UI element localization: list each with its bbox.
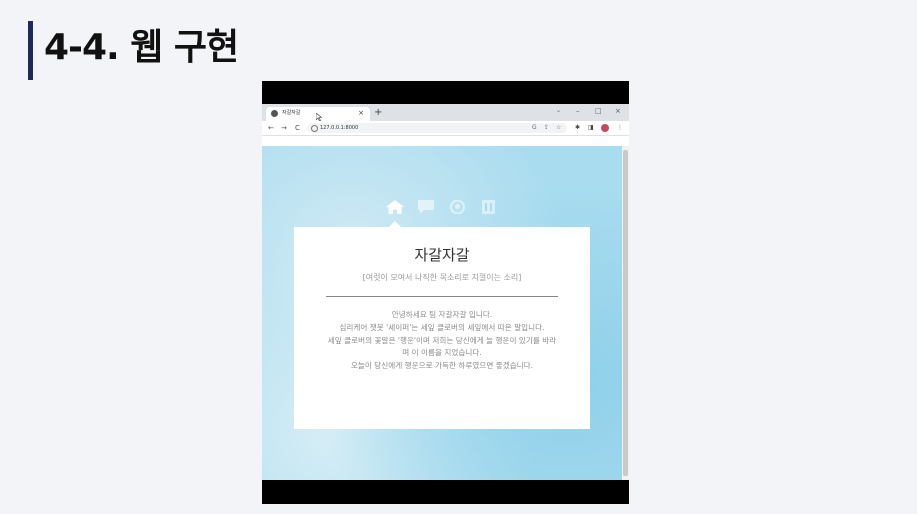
google-lens-icon[interactable]: G bbox=[532, 123, 537, 133]
intro-paragraph: 안녕하세요 팀 자갈자갈 입니다. bbox=[391, 310, 493, 319]
side-panel-icon[interactable]: ◨ bbox=[588, 123, 594, 133]
github-icon[interactable] bbox=[450, 200, 465, 214]
chat-icon[interactable] bbox=[418, 200, 434, 214]
intro-paragraph: 세잎 클로버의 꽃말은 '행운'이며 저희는 당신에게 늘 행운이 있기를 바라… bbox=[327, 336, 557, 357]
address-bar[interactable]: 127.0.0.1:8000 G ⇪ ☆ bbox=[307, 123, 567, 133]
reload-button[interactable]: C bbox=[295, 123, 300, 133]
intro-text: 안녕하세요 팀 자갈자갈 입니다. 심리케어 챗봇 '세이퍼'는 세잎 클로버의… bbox=[326, 309, 558, 373]
intro-paragraph: 심리케어 챗봇 '세이퍼'는 세잎 클로버의 세잎에서 따온 말입니다. bbox=[339, 323, 545, 332]
url-text[interactable]: 127.0.0.1:8000 bbox=[320, 124, 358, 132]
home-icon[interactable] bbox=[386, 200, 404, 214]
share-icon[interactable]: ⇪ bbox=[544, 123, 549, 133]
new-tab-button[interactable]: + bbox=[374, 106, 382, 119]
page-title: 자갈자갈 bbox=[414, 246, 470, 264]
slide-title: 4-4. 웹 구현 bbox=[44, 27, 239, 68]
document-icon[interactable] bbox=[482, 200, 495, 214]
tab-title: 자갈자갈 bbox=[282, 110, 301, 116]
browser-menu-icon[interactable]: ⋮ bbox=[617, 123, 623, 133]
site-info-icon[interactable] bbox=[311, 125, 318, 132]
bookmark-star-icon[interactable]: ☆ bbox=[556, 123, 561, 133]
demo-video-frame: 자갈자갈 × + ⌄ – □ × ← → C 127.0.0.1:8000 G … bbox=[262, 81, 629, 504]
title-accent-bar bbox=[28, 21, 33, 80]
tab-close-icon[interactable]: × bbox=[358, 108, 364, 119]
window-close-button[interactable]: × bbox=[615, 106, 621, 117]
maximize-button[interactable]: □ bbox=[595, 106, 602, 117]
tab-search-icon[interactable]: ⌄ bbox=[556, 107, 561, 114]
browser-window: 자갈자갈 × + ⌄ – □ × ← → C 127.0.0.1:8000 G … bbox=[262, 104, 629, 480]
favicon-icon bbox=[271, 110, 278, 117]
intro-paragraph: 오늘이 당신에게 행운으로 가득한 하루였으면 좋겠습니다. bbox=[350, 361, 534, 370]
minimize-button[interactable]: – bbox=[576, 106, 580, 117]
profile-avatar[interactable] bbox=[601, 124, 609, 132]
intro-card: 자갈자갈 [여럿이 모여서 나직한 목소리로 지껄이는 소리] 안녕하세요 팀 … bbox=[294, 227, 590, 429]
tab-strip: 자갈자갈 × + ⌄ – □ × bbox=[262, 104, 629, 122]
back-button[interactable]: ← bbox=[268, 123, 274, 133]
page-subtitle: [여럿이 모여서 나직한 목소리로 지껄이는 소리] bbox=[362, 273, 522, 282]
extensions-icon[interactable]: ✱ bbox=[575, 123, 580, 133]
scrollbar-thumb[interactable] bbox=[623, 150, 628, 476]
browser-toolbar: ← → C 127.0.0.1:8000 G ⇪ ☆ ✱ ◨ ⋮ bbox=[262, 121, 629, 136]
web-page: 자갈자갈 [여럿이 모여서 나직한 목소리로 지껄이는 소리] 안녕하세요 팀 … bbox=[262, 146, 622, 480]
divider bbox=[326, 296, 558, 297]
forward-button[interactable]: → bbox=[281, 123, 287, 133]
page-scrollbar[interactable] bbox=[622, 146, 629, 480]
